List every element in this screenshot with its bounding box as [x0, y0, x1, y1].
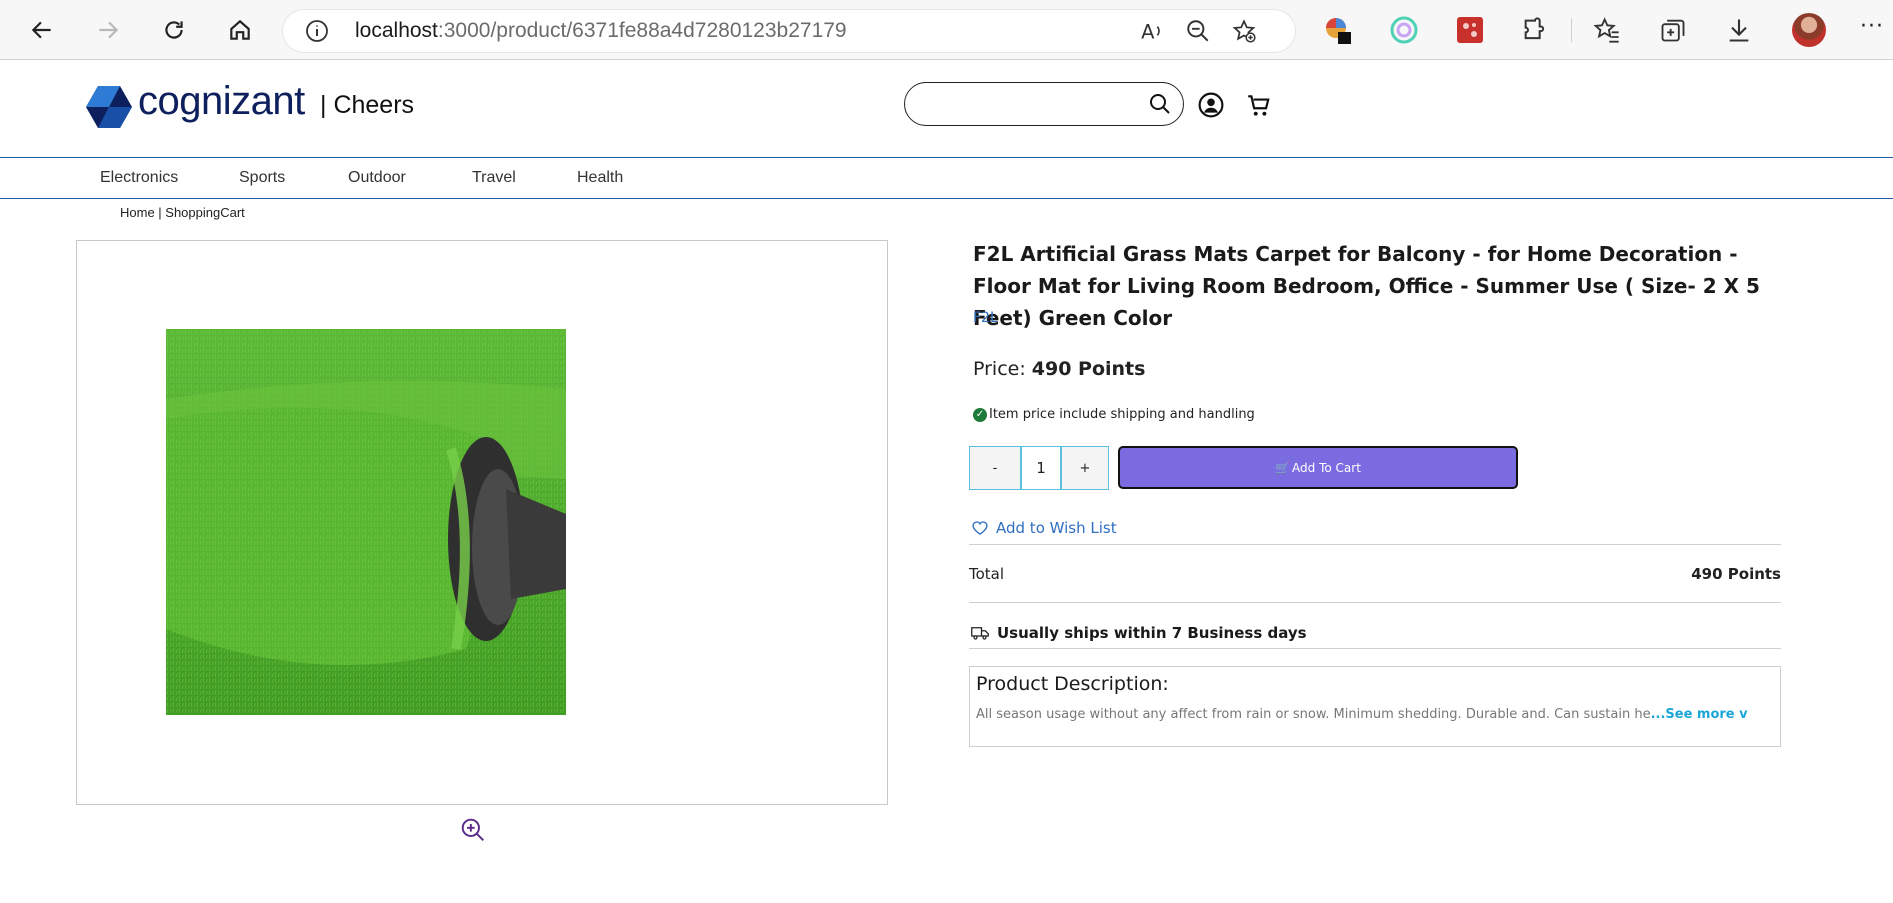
toolbar-divider: [1571, 18, 1572, 42]
extensions-icon[interactable]: [1521, 16, 1549, 44]
search-box[interactable]: [904, 82, 1184, 126]
product-image[interactable]: [166, 329, 566, 715]
address-bar[interactable]: localhost:3000/product/6371fe88a4d728012…: [283, 10, 1295, 52]
category-nav: Electronics Sports Outdoor Travel Health: [0, 158, 1893, 199]
extension-circle-icon[interactable]: [1388, 14, 1420, 46]
extension-color-icon[interactable]: [1322, 14, 1354, 46]
see-more-link[interactable]: ...See more v: [1651, 707, 1748, 722]
shipping-note: ✓ Item price include shipping and handlin…: [973, 407, 1255, 422]
total-value: 490 Points: [1691, 565, 1781, 583]
total-label: Total: [969, 565, 1005, 583]
category-electronics[interactable]: Electronics: [100, 169, 178, 187]
refresh-icon[interactable]: [156, 12, 192, 48]
quantity-increase-button[interactable]: +: [1061, 446, 1109, 490]
product-image-frame: [76, 240, 888, 805]
search-input[interactable]: [919, 91, 1139, 117]
url-path: :3000/product/6371fe88a4d7280123b27179: [437, 19, 847, 42]
truck-icon: [971, 627, 989, 640]
divider: [969, 648, 1781, 649]
zoom-in-icon[interactable]: [460, 817, 486, 843]
add-to-wishlist-link[interactable]: Add to Wish List: [971, 519, 1117, 537]
wishlist-label: Add to Wish List: [996, 519, 1117, 537]
search-icon[interactable]: [1148, 92, 1172, 116]
cart-icon[interactable]: [1246, 92, 1272, 118]
cart-icon: 🛒: [1275, 460, 1291, 475]
cognizant-logo-icon[interactable]: [86, 86, 132, 128]
downloads-icon[interactable]: [1725, 16, 1753, 44]
category-sports[interactable]: Sports: [239, 169, 285, 187]
url-text: localhost:3000/product/6371fe88a4d728012…: [355, 19, 847, 43]
product-title: F2L Artificial Grass Mats Carpet for Bal…: [973, 242, 1760, 330]
back-icon[interactable]: [24, 12, 60, 48]
price-value: 490 Points: [1031, 358, 1146, 380]
site-info-icon[interactable]: [305, 19, 329, 43]
shipping-time-text: Usually ships within 7 Business days: [997, 624, 1307, 642]
shipping-time: Usually ships within 7 Business days: [971, 624, 1307, 642]
breadcrumb[interactable]: Home | ShoppingCart: [120, 205, 245, 220]
heart-icon: [972, 521, 988, 535]
shipping-note-text: Item price include shipping and handling: [989, 407, 1255, 422]
description-body: All season usage without any affect from…: [976, 707, 1651, 722]
user-account-icon[interactable]: [1198, 92, 1224, 118]
extension-red-icon[interactable]: [1454, 14, 1486, 46]
product-description: Product Description: All season usage wi…: [969, 666, 1781, 747]
category-health[interactable]: Health: [577, 169, 623, 187]
product-price: Price: 490 Points: [973, 358, 1145, 380]
site-header: cognizant | Cheers: [0, 60, 1893, 158]
collections-icon[interactable]: [1659, 16, 1687, 44]
profile-avatar[interactable]: [1792, 13, 1826, 47]
svg-text:A: A: [1141, 21, 1155, 44]
quantity-decrease-button[interactable]: -: [969, 446, 1021, 490]
more-menu-icon[interactable]: ···: [1860, 14, 1884, 39]
quantity-input[interactable]: 1: [1021, 446, 1061, 490]
description-text: All season usage without any affect from…: [976, 707, 1748, 722]
add-to-cart-button[interactable]: 🛒 Add To Cart: [1118, 446, 1518, 489]
read-aloud-icon[interactable]: A: [1139, 18, 1165, 44]
divider: [969, 544, 1781, 545]
logo-text[interactable]: cognizant: [138, 79, 305, 124]
description-title: Product Description:: [976, 673, 1169, 695]
url-host: localhost: [355, 19, 438, 42]
product-brand-link[interactable]: F2L: [973, 310, 998, 326]
brand-label: | Cheers: [320, 91, 415, 119]
favorites-icon[interactable]: [1593, 16, 1621, 44]
price-label: Price:: [973, 358, 1026, 380]
add-to-cart-label: Add To Cart: [1292, 460, 1361, 475]
home-icon[interactable]: [222, 12, 258, 48]
zoom-out-icon[interactable]: [1185, 18, 1211, 44]
add-favorite-icon[interactable]: [1231, 18, 1257, 44]
category-travel[interactable]: Travel: [472, 169, 516, 187]
category-outdoor[interactable]: Outdoor: [348, 169, 406, 187]
divider: [969, 602, 1781, 603]
check-circle-icon: ✓: [973, 407, 987, 422]
browser-toolbar: localhost:3000/product/6371fe88a4d728012…: [0, 0, 1893, 60]
forward-icon[interactable]: [90, 12, 126, 48]
